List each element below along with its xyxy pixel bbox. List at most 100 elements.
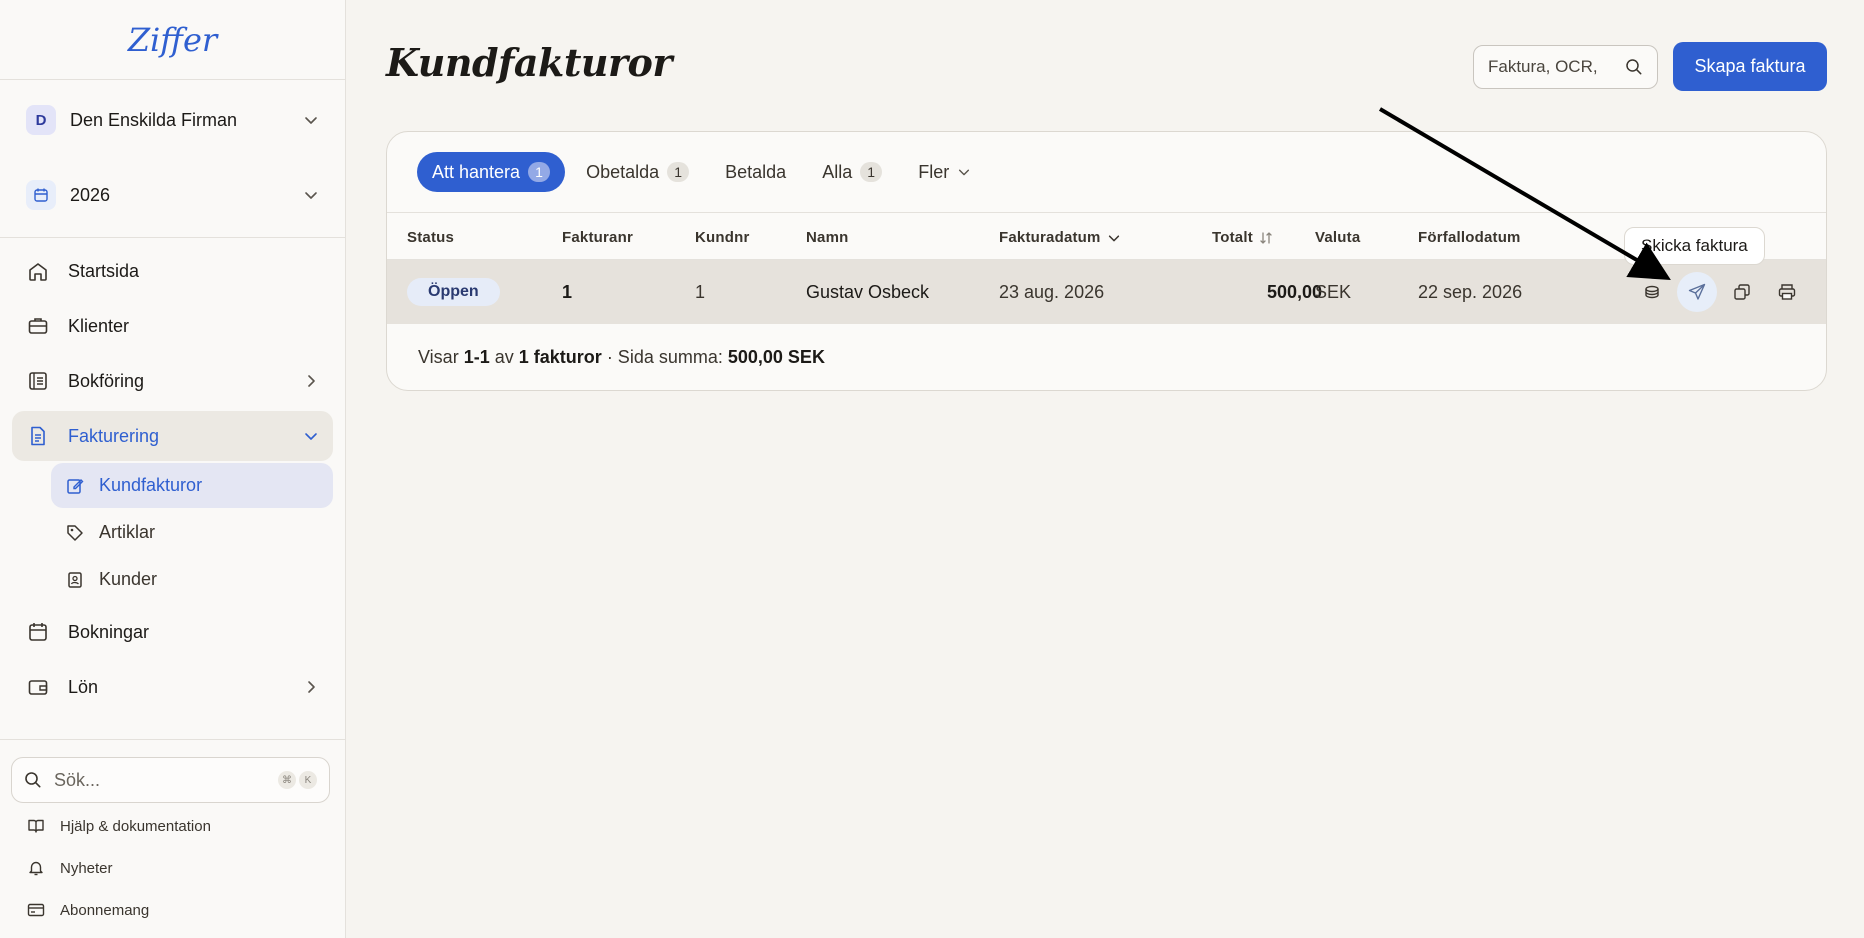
tab-obetalda[interactable]: Obetalda 1 [571, 152, 704, 192]
sidebar-search-input[interactable]: Sök... ⌘ K [11, 757, 330, 803]
invoice-date-cell: 23 aug. 2026 [999, 281, 1105, 302]
filter-tabs: Att hantera 1 Obetalda 1 Betalda Alla 1 … [387, 132, 1826, 213]
send-icon [1688, 283, 1706, 300]
column-header-valuta[interactable]: Valuta [1315, 229, 1360, 246]
sidebar-item-label: Lön [68, 676, 99, 697]
column-header-kundnr[interactable]: Kundnr [695, 229, 750, 246]
sidebar-item-label: Klienter [68, 315, 130, 336]
column-header-label: Fakturadatum [999, 229, 1101, 246]
tab-betalda[interactable]: Betalda [710, 152, 801, 192]
calendar-icon [26, 620, 50, 644]
news-link[interactable]: Nyheter [26, 858, 113, 878]
subscription-link-label: Abonnemang [60, 901, 150, 919]
company-selector[interactable]: D Den Enskilda Firman [12, 98, 333, 142]
customer-name-cell: Gustav Osbeck [806, 281, 930, 302]
sidebar-item-label: Bokningar [68, 621, 150, 642]
calendar-icon [26, 180, 56, 210]
year-selector[interactable]: 2026 [12, 173, 333, 217]
column-header-forfallodatum[interactable]: Förfallodatum [1418, 229, 1521, 246]
tab-fler[interactable]: Fler [903, 152, 986, 192]
briefcase-icon [26, 314, 50, 338]
subscription-link[interactable]: Abonnemang [26, 900, 149, 920]
logo[interactable]: Ziffer [0, 0, 345, 80]
sidebar-item-klienter[interactable]: Klienter [12, 301, 333, 351]
chevron-down-icon [305, 192, 317, 199]
invoice-search-input[interactable]: Faktura, OCR, [1473, 45, 1658, 89]
sidebar-item-fakturering[interactable]: Fakturering [12, 411, 333, 461]
column-header-fakturanr[interactable]: Fakturanr [562, 229, 633, 246]
tab-alla[interactable]: Alla 1 [807, 152, 897, 192]
summary-sum-label: · Sida summa: [606, 347, 723, 367]
column-header-namn[interactable]: Namn [806, 229, 848, 246]
sidebar-subitem-artiklar[interactable]: Artiklar [51, 510, 333, 555]
sort-icon [1260, 231, 1272, 244]
tab-count-badge: 1 [667, 162, 690, 182]
sidebar-item-bokforing[interactable]: Bokföring [12, 356, 333, 406]
invoice-card: Att hantera 1 Obetalda 1 Betalda Alla 1 … [386, 131, 1827, 391]
chevron-right-icon [308, 681, 315, 693]
sidebar-item-bokningar[interactable]: Bokningar [12, 607, 333, 657]
sidebar-divider [0, 237, 345, 238]
company-avatar: D [26, 105, 56, 135]
bell-icon [26, 858, 46, 878]
print-invoice-button[interactable] [1767, 272, 1807, 312]
shortcut-key-k: K [299, 771, 317, 789]
tab-count-badge: 1 [860, 162, 883, 182]
ledger-icon [26, 369, 50, 393]
search-icon [25, 772, 41, 788]
sidebar-subitem-label: Kunder [99, 569, 158, 589]
book-icon [26, 816, 46, 836]
tab-label: Att hantera [432, 161, 521, 182]
currency-cell: SEK [1315, 281, 1352, 302]
summary-range: 1-1 [463, 347, 490, 367]
chevron-down-icon [959, 169, 970, 176]
coins-icon [1645, 285, 1659, 299]
copy-icon [1734, 284, 1750, 300]
status-badge: Öppen [407, 278, 500, 306]
chevron-right-icon [308, 375, 315, 387]
column-header-status[interactable]: Status [407, 229, 454, 246]
sidebar-item-label: Fakturering [68, 425, 160, 446]
sidebar: Ziffer D Den Enskilda Firman 2026 Starts… [0, 0, 346, 938]
help-link[interactable]: Hjälp & dokumentation [26, 816, 211, 836]
document-icon [26, 424, 50, 448]
sidebar-nav: Startsida Klienter Bokföring Fakturering… [0, 246, 345, 712]
chevron-down-icon [305, 117, 317, 124]
shortcut-key-cmd: ⌘ [278, 771, 296, 789]
summary-prefix: Visar [418, 347, 459, 367]
company-name: Den Enskilda Firman [70, 109, 238, 130]
search-icon [1626, 59, 1642, 75]
register-payment-button[interactable] [1632, 272, 1672, 312]
summary-sum-value: 500,00 SEK [727, 347, 825, 367]
sort-desc-icon [1108, 234, 1119, 241]
printer-icon [1778, 284, 1796, 300]
column-header-fakturadatum[interactable]: Fakturadatum [999, 229, 1121, 246]
page-title: Kundfakturor [386, 40, 672, 85]
due-date-cell: 22 sep. 2026 [1418, 281, 1523, 302]
contact-icon [65, 570, 85, 590]
summary-total: 1 fakturor [518, 347, 602, 367]
send-invoice-button[interactable] [1677, 272, 1717, 312]
year-label: 2026 [70, 184, 111, 205]
tag-icon [65, 523, 85, 543]
copy-invoice-button[interactable] [1722, 272, 1762, 312]
home-icon [26, 259, 50, 283]
search-placeholder: Sök... [54, 769, 101, 790]
table-summary: Visar 1-1 av 1 fakturor · Sida summa: 50… [418, 347, 825, 368]
send-invoice-tooltip: Skicka faktura [1624, 227, 1765, 265]
sidebar-item-lon[interactable]: Lön [12, 662, 333, 712]
sidebar-subitem-kundfakturor[interactable]: Kundfakturor [51, 463, 333, 508]
tab-label: Betalda [725, 161, 787, 182]
tab-label: Alla [822, 161, 853, 182]
total-cell: 500,00 [1266, 281, 1322, 302]
tab-att-hantera[interactable]: Att hantera 1 [417, 152, 566, 192]
column-header-label: Totalt [1212, 229, 1253, 246]
sidebar-divider [0, 739, 345, 740]
table-row[interactable]: Öppen 1 1 Gustav Osbeck 23 aug. 2026 500… [387, 260, 1826, 324]
sidebar-item-label: Startsida [68, 260, 140, 281]
sidebar-item-label: Bokföring [68, 370, 145, 391]
create-invoice-button[interactable]: Skapa faktura [1673, 42, 1827, 91]
column-header-totalt[interactable]: Totalt [1212, 229, 1273, 246]
sidebar-item-startsida[interactable]: Startsida [12, 246, 333, 296]
sidebar-subitem-kunder[interactable]: Kunder [51, 557, 333, 602]
